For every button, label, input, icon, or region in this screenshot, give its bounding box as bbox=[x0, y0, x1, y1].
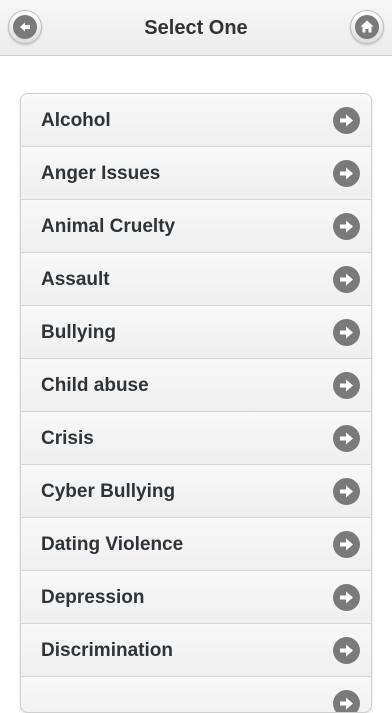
list-item[interactable]: Cyber Bullying bbox=[21, 465, 371, 518]
chevron-right-icon bbox=[333, 637, 360, 664]
chevron-right-icon bbox=[333, 425, 360, 452]
list-item-label: Dating Violence bbox=[41, 534, 184, 555]
list-item[interactable]: Assault bbox=[21, 253, 371, 306]
list-item[interactable] bbox=[21, 677, 371, 712]
chevron-right-icon bbox=[333, 266, 360, 293]
topic-list: Alcohol Anger Issues Animal Cruelty Assault… bbox=[20, 93, 372, 713]
chevron-right-icon bbox=[333, 213, 360, 240]
list-item-label: Animal Cruelty bbox=[41, 216, 176, 237]
list-item[interactable]: Animal Cruelty bbox=[21, 200, 371, 253]
chevron-right-icon bbox=[333, 319, 360, 346]
chevron-right-icon bbox=[333, 107, 360, 134]
list-item[interactable]: Crisis bbox=[21, 412, 371, 465]
list-item-label: Depression bbox=[41, 587, 145, 608]
list-item-label: Assault bbox=[41, 269, 110, 290]
chevron-right-icon bbox=[333, 584, 360, 611]
chevron-right-icon bbox=[333, 478, 360, 505]
list-item-label: Bullying bbox=[41, 322, 116, 343]
list-item-label: Cyber Bullying bbox=[41, 481, 176, 502]
list-item-label: Crisis bbox=[41, 428, 94, 449]
list-item-label: Child abuse bbox=[41, 375, 149, 396]
chevron-right-icon bbox=[333, 531, 360, 558]
back-button[interactable] bbox=[8, 10, 42, 44]
list-item[interactable]: Bullying bbox=[21, 306, 371, 359]
list-item[interactable]: Depression bbox=[21, 571, 371, 624]
list-item[interactable]: Alcohol bbox=[21, 94, 371, 147]
header-bar: Select One bbox=[0, 0, 392, 56]
list-item-label: Anger Issues bbox=[41, 163, 161, 184]
list-item[interactable]: Anger Issues bbox=[21, 147, 371, 200]
chevron-right-icon bbox=[333, 160, 360, 187]
list-item[interactable]: Discrimination bbox=[21, 624, 371, 677]
list-item[interactable]: Child abuse bbox=[21, 359, 371, 412]
list-item[interactable]: Dating Violence bbox=[21, 518, 371, 571]
list-item-label: Alcohol bbox=[41, 110, 111, 131]
home-button[interactable] bbox=[350, 10, 384, 44]
page-title: Select One bbox=[144, 17, 248, 39]
list-item-label: Discrimination bbox=[41, 640, 173, 661]
chevron-right-icon bbox=[333, 372, 360, 399]
chevron-right-icon bbox=[333, 690, 360, 712]
